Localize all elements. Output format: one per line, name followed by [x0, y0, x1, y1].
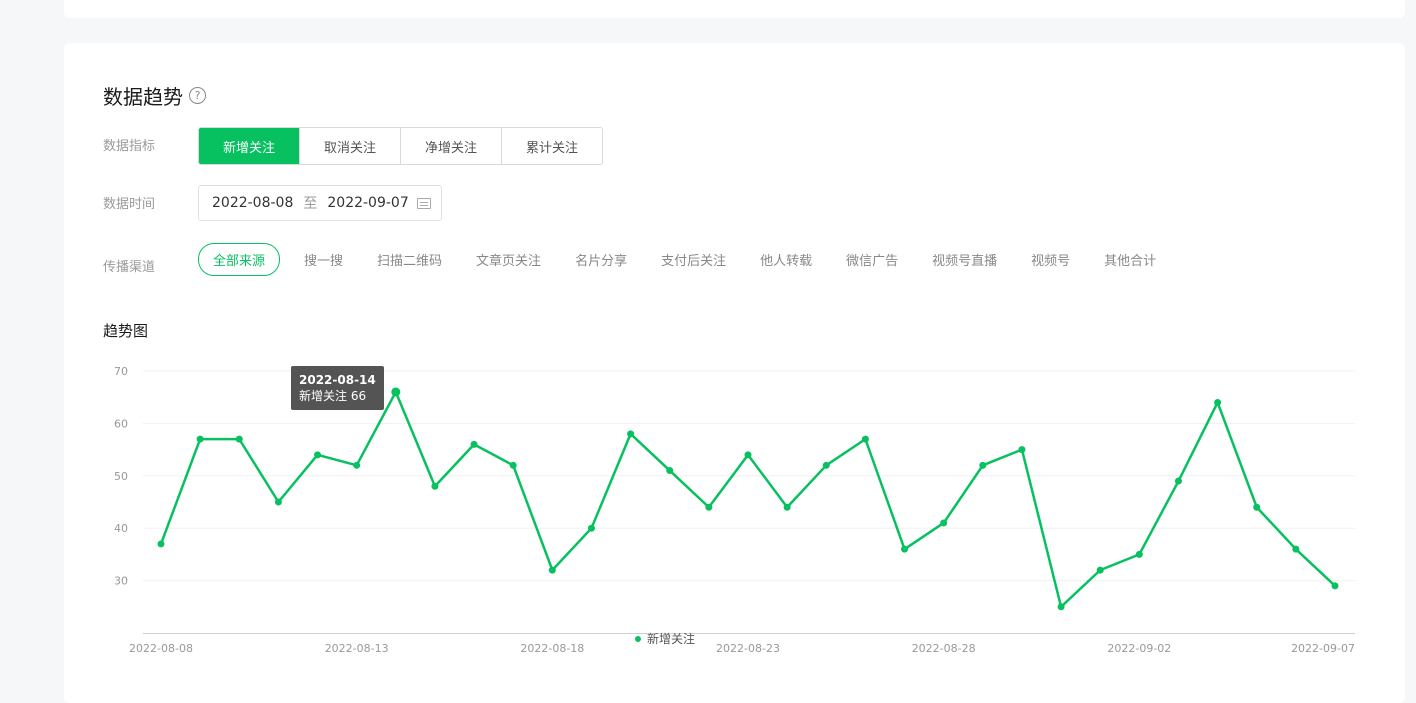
data-point — [744, 451, 752, 459]
data-point — [705, 503, 713, 511]
x-tick-label: 2022-09-02 — [1107, 642, 1171, 655]
data-point — [901, 545, 909, 553]
x-tick-label: 2022-08-23 — [716, 642, 780, 655]
y-tick-label: 60 — [114, 417, 128, 430]
y-tick-label: 50 — [114, 470, 128, 483]
data-point — [1018, 446, 1026, 454]
data-point — [353, 461, 361, 469]
data-point — [1214, 398, 1222, 406]
data-point — [157, 540, 165, 548]
data-point — [861, 435, 869, 443]
y-tick-label: 40 — [114, 522, 128, 535]
data-point — [196, 435, 204, 443]
data-point — [1135, 550, 1143, 558]
data-point — [1253, 503, 1261, 511]
data-point — [1174, 477, 1182, 485]
data-point — [1096, 566, 1104, 574]
data-point — [470, 440, 478, 448]
data-point — [979, 461, 987, 469]
data-point — [274, 498, 282, 506]
legend-label: 新增关注 — [647, 632, 696, 646]
chart-legend[interactable]: 新增关注 — [635, 630, 695, 647]
data-point — [587, 524, 595, 532]
series-line — [159, 390, 1336, 609]
x-tick-label: 2022-08-08 — [129, 642, 193, 655]
data-point — [509, 461, 517, 469]
data-point — [391, 387, 401, 397]
tooltip-date: 2022-08-14 — [299, 373, 376, 387]
data-point — [940, 519, 948, 527]
data-point — [822, 461, 830, 469]
data-point — [431, 482, 439, 490]
y-tick-label: 70 — [114, 365, 128, 378]
x-tick-label: 2022-09-07 — [1291, 642, 1355, 655]
data-point — [666, 467, 674, 475]
y-tick-label: 30 — [114, 575, 128, 588]
legend-marker — [635, 635, 641, 642]
x-tick-label: 2022-08-18 — [520, 642, 584, 655]
data-point — [548, 566, 556, 574]
data-point — [627, 430, 635, 438]
data-point — [1057, 603, 1065, 611]
data-point — [235, 435, 243, 443]
trend-line-chart: 30 40 50 60 70 2022-08-08 2022-08-13 2022-08-18… — [114, 365, 1355, 655]
chart-tooltip: 2022-08-14 新增关注 66 — [291, 366, 384, 410]
tooltip-value: 新增关注 66 — [299, 389, 367, 403]
x-tick-label: 2022-08-28 — [912, 642, 976, 655]
data-point — [1331, 582, 1339, 590]
x-tick-label: 2022-08-13 — [325, 642, 389, 655]
data-point — [314, 451, 322, 459]
data-point — [783, 503, 791, 511]
data-point — [1292, 545, 1300, 553]
